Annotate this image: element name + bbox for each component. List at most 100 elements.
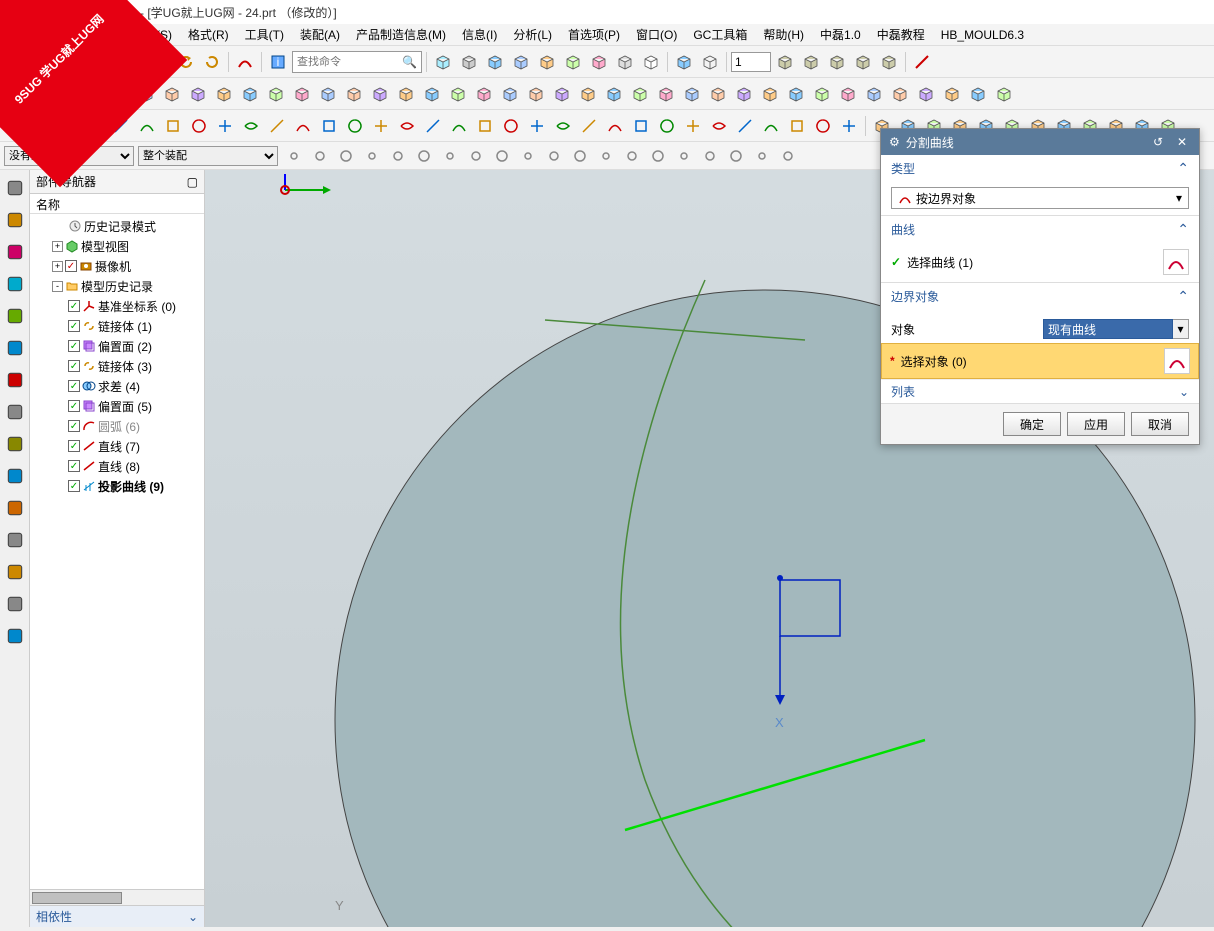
layer-icon[interactable] [851, 50, 875, 74]
menu-item[interactable]: 格式(R) [182, 24, 235, 45]
tree-item[interactable]: ✓偏置面 (5) [32, 396, 202, 416]
feature-icon[interactable] [160, 82, 184, 106]
tree-item[interactable]: ✓链接体 (3) [32, 356, 202, 376]
snap-icon[interactable] [386, 144, 410, 168]
feature-icon[interactable] [654, 82, 678, 106]
snap-icon[interactable] [542, 144, 566, 168]
object-preview-icon[interactable] [1164, 348, 1190, 374]
snap-icon[interactable] [412, 144, 436, 168]
command-search[interactable]: 🔍 [292, 51, 422, 73]
view-cube-icon[interactable] [587, 50, 611, 74]
resource-tab-icon[interactable] [3, 304, 27, 328]
render-icon[interactable] [672, 50, 696, 74]
feature-icon[interactable] [706, 82, 730, 106]
layer-icon[interactable] [799, 50, 823, 74]
feature-icon[interactable] [472, 82, 496, 106]
feature-icon[interactable] [524, 82, 548, 106]
scale-spinner[interactable]: 1 [731, 52, 771, 72]
curve-tool-icon[interactable] [603, 114, 627, 138]
scroll-thumb[interactable] [32, 892, 122, 904]
feature-icon[interactable] [810, 82, 834, 106]
snap-icon[interactable] [750, 144, 774, 168]
feature-icon[interactable] [368, 82, 392, 106]
curve-tool-icon[interactable] [291, 114, 315, 138]
feature-icon[interactable] [420, 82, 444, 106]
resource-tab-icon[interactable] [3, 272, 27, 296]
tree-item[interactable]: ✓基准坐标系 (0) [32, 296, 202, 316]
feature-icon[interactable] [316, 82, 340, 106]
section-curve-header[interactable]: 曲线 ⌃ [881, 216, 1199, 242]
view-cube-icon[interactable] [561, 50, 585, 74]
feature-icon[interactable] [498, 82, 522, 106]
menu-item[interactable]: 分析(L) [507, 24, 558, 45]
nav-column-header[interactable]: 名称 [30, 194, 204, 214]
curve-tool-icon[interactable] [733, 114, 757, 138]
checkbox-icon[interactable]: ✓ [68, 300, 80, 312]
ok-button[interactable]: 确定 [1003, 412, 1061, 436]
checkbox-icon[interactable]: ✓ [68, 340, 80, 352]
menu-item[interactable]: 首选项(P) [562, 24, 626, 45]
object-dropdown[interactable]: 现有曲线 [1043, 319, 1173, 339]
checkbox-icon[interactable]: ✓ [68, 460, 80, 472]
tree-item[interactable]: +模型视图 [32, 236, 202, 256]
resource-tab-icon[interactable] [3, 208, 27, 232]
curve-tool-icon[interactable] [759, 114, 783, 138]
feature-icon[interactable] [342, 82, 366, 106]
view-cube-icon[interactable] [613, 50, 637, 74]
curve-tool-icon[interactable] [213, 114, 237, 138]
view-cube-icon[interactable] [457, 50, 481, 74]
type-dropdown[interactable]: 按边界对象 ▾ [891, 187, 1189, 209]
nav-scrollbar[interactable] [30, 889, 204, 905]
curve-preview-icon[interactable] [1163, 249, 1189, 275]
resource-tab-icon[interactable] [3, 368, 27, 392]
view-cube-icon[interactable] [639, 50, 663, 74]
curve-tool-icon[interactable] [577, 114, 601, 138]
feature-icon[interactable] [576, 82, 600, 106]
resource-tab-icon[interactable] [3, 528, 27, 552]
checkbox-icon[interactable]: ✓ [65, 260, 77, 272]
menu-item[interactable]: 帮助(H) [757, 24, 810, 45]
snap-icon[interactable] [620, 144, 644, 168]
measure-icon[interactable] [910, 50, 934, 74]
feature-icon[interactable] [680, 82, 704, 106]
view-cube-icon[interactable] [431, 50, 455, 74]
view-cube-icon[interactable] [535, 50, 559, 74]
menu-item[interactable]: 窗口(O) [630, 24, 683, 45]
nav-footer-dependency[interactable]: 相依性 ⌄ [30, 905, 204, 927]
section-boundary-header[interactable]: 边界对象 ⌃ [881, 283, 1199, 309]
menu-item[interactable]: 产品制造信息(M) [350, 24, 452, 45]
snap-icon[interactable] [568, 144, 592, 168]
resource-tab-icon[interactable] [3, 432, 27, 456]
dialog-titlebar[interactable]: ⚙ 分割曲线 ↺ ✕ [881, 129, 1199, 155]
layer-icon[interactable] [773, 50, 797, 74]
snap-icon[interactable] [282, 144, 306, 168]
tree-item[interactable]: ✓求差 (4) [32, 376, 202, 396]
resource-tab-icon[interactable] [3, 400, 27, 424]
wireframe-icon[interactable] [698, 50, 722, 74]
feature-icon[interactable] [186, 82, 210, 106]
tree-item[interactable]: 历史记录模式 [32, 216, 202, 236]
feature-icon[interactable] [238, 82, 262, 106]
tree-item[interactable]: ✓圆弧 (6) [32, 416, 202, 436]
snap-icon[interactable] [334, 144, 358, 168]
curve-tool-icon[interactable] [135, 114, 159, 138]
menu-item[interactable]: GC工具箱 [687, 24, 753, 45]
checkbox-icon[interactable]: ✓ [68, 400, 80, 412]
cancel-button[interactable]: 取消 [1131, 412, 1189, 436]
checkbox-icon[interactable]: ✓ [68, 320, 80, 332]
curve-tool-icon[interactable] [811, 114, 835, 138]
feature-icon[interactable] [836, 82, 860, 106]
tree-item[interactable]: ✓偏置面 (2) [32, 336, 202, 356]
expand-icon[interactable]: + [52, 241, 63, 252]
curve-tool-icon[interactable] [655, 114, 679, 138]
snap-icon[interactable] [672, 144, 696, 168]
snap-icon[interactable] [464, 144, 488, 168]
feature-icon[interactable] [992, 82, 1016, 106]
resource-tab-icon[interactable] [3, 592, 27, 616]
snap-icon[interactable] [516, 144, 540, 168]
curve-tool-icon[interactable] [239, 114, 263, 138]
feature-icon[interactable] [446, 82, 470, 106]
checkbox-icon[interactable]: ✓ [68, 360, 80, 372]
section-type-header[interactable]: 类型 ⌃ [881, 155, 1199, 181]
feature-icon[interactable] [628, 82, 652, 106]
